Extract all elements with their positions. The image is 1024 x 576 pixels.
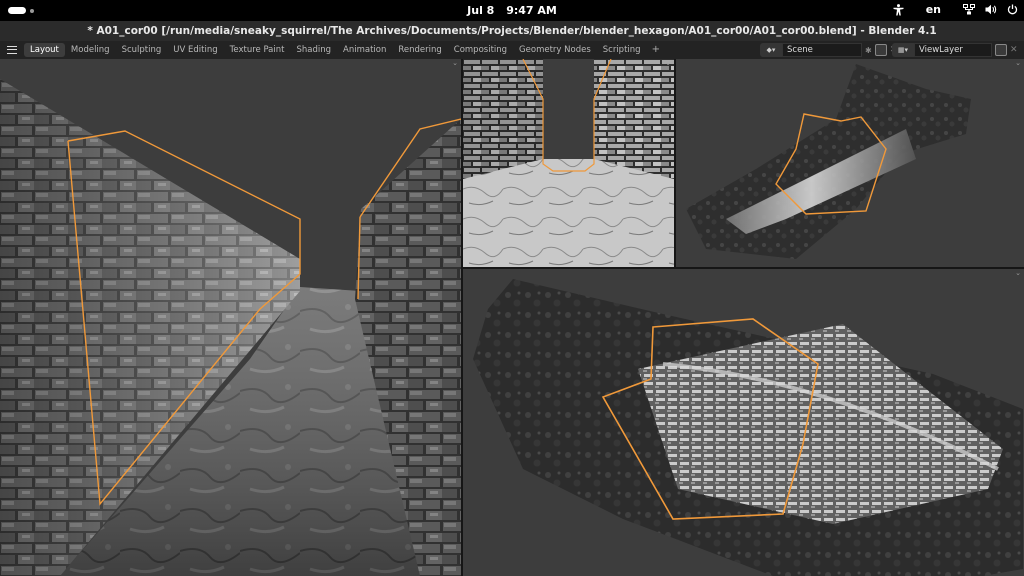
- tab-shading[interactable]: Shading: [290, 43, 337, 57]
- area-corner-chevron-icon[interactable]: ⌄: [1015, 269, 1021, 277]
- tab-geometry-nodes[interactable]: Geometry Nodes: [513, 43, 597, 57]
- activities-indicator[interactable]: [8, 7, 36, 14]
- activities-dot: [30, 8, 34, 13]
- tab-uv-editing[interactable]: UV Editing: [167, 43, 223, 57]
- hexagon-top-render: [686, 64, 971, 259]
- new-scene-icon[interactable]: [874, 44, 887, 56]
- clock: Jul 8 9:47 AM: [0, 4, 1024, 17]
- tab-compositing[interactable]: Compositing: [448, 43, 513, 57]
- tab-rendering[interactable]: Rendering: [392, 43, 447, 57]
- area-corner-chevron-icon[interactable]: ⌄: [452, 59, 458, 67]
- scene-selector: ◆▾ Scene ✱ ✕: [760, 43, 897, 57]
- window-title: * A01_cor00 [/run/media/sneaky_squirrel/…: [87, 25, 937, 37]
- clock-time[interactable]: 9:47 AM: [506, 4, 557, 17]
- volume-icon[interactable]: [985, 4, 997, 15]
- tab-texture-paint[interactable]: Texture Paint: [224, 43, 291, 57]
- tab-animation[interactable]: Animation: [337, 43, 392, 57]
- area-corner-chevron-icon[interactable]: ⌄: [665, 59, 671, 67]
- new-view-layer-icon[interactable]: [995, 44, 1007, 56]
- corridor-front-render: [463, 59, 674, 267]
- power-icon[interactable]: [1007, 4, 1018, 15]
- corridor-render: [0, 79, 461, 576]
- tab-sculpting[interactable]: Sculpting: [116, 43, 168, 57]
- tab-layout[interactable]: Layout: [24, 43, 65, 57]
- window-title-bar[interactable]: * A01_cor00 [/run/media/sneaky_squirrel/…: [0, 21, 1024, 41]
- area-corner-chevron-icon[interactable]: ⌄: [1015, 59, 1021, 67]
- view-layer-field[interactable]: ViewLayer: [914, 43, 992, 57]
- hamburger-menu-icon[interactable]: [0, 41, 24, 59]
- corridor-perspective-view[interactable]: ⌄: [0, 59, 461, 576]
- view-layer-icon[interactable]: ▦▾: [892, 43, 914, 57]
- system-top-bar: Jul 8 9:47 AM en: [0, 0, 1024, 21]
- hexagon-top-view[interactable]: ⌄: [676, 59, 1024, 267]
- scene-field[interactable]: Scene: [782, 43, 862, 57]
- hexagon-angled-view[interactable]: ⌄: [463, 269, 1024, 576]
- system-tray: en: [893, 3, 1018, 16]
- corridor-front-view[interactable]: ⌄: [463, 59, 674, 267]
- tab-modeling[interactable]: Modeling: [65, 43, 116, 57]
- close-view-layer-icon[interactable]: ✕: [1010, 45, 1018, 55]
- accessibility-icon[interactable]: [893, 3, 904, 16]
- add-workspace-button[interactable]: +: [647, 43, 665, 57]
- activities-pill: [8, 7, 26, 14]
- hexagon-angled-render: [473, 279, 1023, 576]
- blender-top-header: Layout Modeling Sculpting UV Editing Tex…: [0, 41, 1024, 59]
- tab-scripting[interactable]: Scripting: [597, 43, 647, 57]
- scene-icon[interactable]: ◆▾: [760, 43, 782, 57]
- view-layer-selector: ▦▾ ViewLayer ✕: [892, 43, 1018, 57]
- clock-date[interactable]: Jul 8: [467, 4, 494, 17]
- pin-icon[interactable]: ✱: [865, 46, 872, 55]
- language-indicator[interactable]: en: [926, 3, 941, 16]
- network-icon[interactable]: [963, 4, 975, 15]
- workspace-tabs: Layout Modeling Sculpting UV Editing Tex…: [24, 41, 665, 59]
